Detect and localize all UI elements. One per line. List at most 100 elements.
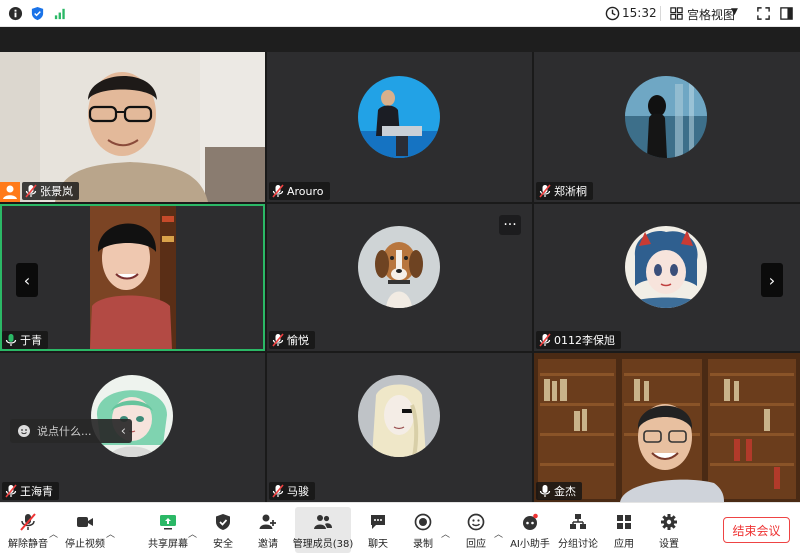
shield-icon xyxy=(216,514,230,530)
fullscreen-icon[interactable] xyxy=(756,6,771,21)
mic-muted-icon xyxy=(5,484,17,498)
ai-assistant-button[interactable]: AI小助手 xyxy=(508,507,552,553)
participant-name: 郑淅桐 xyxy=(554,185,587,198)
participant-name: 张景岚 xyxy=(40,185,73,198)
participant-nametag: 于青 xyxy=(2,331,48,349)
collapse-chevron-icon[interactable]: ‹ xyxy=(121,424,126,439)
security-button[interactable]: 安全 xyxy=(206,507,240,553)
video-tile[interactable]: 马骏 xyxy=(267,353,532,502)
mic-idle-icon xyxy=(539,485,551,497)
chevron-up-icon[interactable]: ︿ xyxy=(188,527,197,540)
invite-button[interactable]: 邀请 xyxy=(251,507,285,553)
more-options-button[interactable]: ··· xyxy=(499,215,521,235)
apps-grid-icon xyxy=(617,515,631,529)
chat-label: 聊天 xyxy=(368,539,388,550)
chat-button[interactable]: 聊天 xyxy=(362,507,394,553)
mic-muted-icon xyxy=(272,184,284,198)
end-meeting-button[interactable]: 结束会议 xyxy=(723,517,790,543)
participant-nametag: 愉悦 xyxy=(269,331,315,349)
record-label: 录制 xyxy=(413,539,433,550)
record-button[interactable]: 录制 xyxy=(407,507,439,553)
video-tile[interactable]: ··· 愉悦 xyxy=(267,204,532,351)
reactions-label: 回应 xyxy=(466,539,486,550)
security-label: 安全 xyxy=(213,539,233,550)
participant-nametag: 王海青 xyxy=(2,482,59,500)
participant-nametag: Arouro xyxy=(269,182,330,200)
view-mode-dropdown[interactable]: 宫格视图 xyxy=(687,6,735,23)
settings-label: 设置 xyxy=(659,539,679,550)
unmute-label: 解除静音 xyxy=(8,539,48,550)
floating-chat-input[interactable]: 说点什么... ‹ xyxy=(10,419,132,443)
next-page-button[interactable]: › xyxy=(761,263,783,297)
clock-icon xyxy=(605,6,620,21)
share-screen-button[interactable]: 共享屏幕 xyxy=(147,507,189,553)
stop-video-button[interactable]: 停止视频 xyxy=(64,507,106,553)
manage-members-label: 管理成员(38) xyxy=(292,539,354,550)
chevron-left-icon: ‹ xyxy=(23,270,31,290)
invite-label: 邀请 xyxy=(258,539,278,550)
participant-name: 王海青 xyxy=(20,485,53,498)
mic-muted-icon xyxy=(20,513,36,531)
breakout-rooms-icon xyxy=(570,514,586,529)
info-icon[interactable] xyxy=(8,6,23,21)
host-badge-icon xyxy=(0,182,20,202)
reactions-button[interactable]: 回应 xyxy=(460,507,492,553)
video-tile-active-speaker[interactable]: ‹ 于青 xyxy=(0,204,265,351)
unmute-button[interactable]: 解除静音 xyxy=(8,507,48,553)
emoji-reaction-icon xyxy=(467,513,485,531)
participant-name: 金杰 xyxy=(554,485,576,498)
video-tile[interactable]: 金杰 xyxy=(534,353,800,502)
record-icon xyxy=(414,513,432,531)
ai-assistant-label: AI小助手 xyxy=(510,539,550,550)
chevron-up-icon[interactable]: ︿ xyxy=(106,527,115,540)
manage-members-button[interactable]: 管理成员(38) xyxy=(292,507,354,553)
participant-video xyxy=(0,52,265,202)
mic-muted-icon xyxy=(272,484,284,498)
chevron-up-icon[interactable]: ︿ xyxy=(494,527,503,540)
signal-strength-icon[interactable] xyxy=(53,6,68,21)
add-user-icon xyxy=(259,514,276,529)
sidebar-toggle-icon[interactable] xyxy=(779,6,794,21)
meeting-toolbar: 解除静音 ︿ 停止视频 ︿ 共享屏幕 ︿ 安全 邀请 管理成员(38) 聊天 录… xyxy=(0,502,800,554)
participant-nametag: 张景岚 xyxy=(22,182,79,200)
chat-bubble-icon xyxy=(371,515,385,529)
chevron-up-icon[interactable]: ︿ xyxy=(49,527,58,540)
participant-name: Arouro xyxy=(287,184,324,198)
apps-label: 应用 xyxy=(614,539,634,550)
emoji-icon[interactable] xyxy=(17,424,31,438)
video-tile[interactable]: 郑淅桐 xyxy=(534,52,800,202)
grid-view-icon[interactable] xyxy=(669,6,684,21)
ai-robot-icon xyxy=(523,513,538,530)
share-screen-label: 共享屏幕 xyxy=(148,539,188,550)
mic-muted-icon xyxy=(25,184,37,198)
mic-muted-icon xyxy=(539,184,551,198)
chevron-right-icon: › xyxy=(768,270,776,290)
mic-active-icon xyxy=(5,334,17,346)
shield-check-icon[interactable] xyxy=(30,6,45,21)
apps-button[interactable]: 应用 xyxy=(608,507,640,553)
participant-name: 于青 xyxy=(20,334,42,347)
breakout-rooms-button[interactable]: 分组讨论 xyxy=(557,507,599,553)
video-area-header xyxy=(0,27,800,52)
video-camera-icon xyxy=(77,517,93,527)
participant-nametag: 郑淅桐 xyxy=(536,182,593,200)
chat-placeholder[interactable]: 说点什么... xyxy=(37,423,121,439)
chevron-up-icon[interactable]: ︿ xyxy=(441,527,450,540)
share-screen-icon xyxy=(160,515,176,530)
avatar xyxy=(91,375,173,457)
breakout-label: 分组讨论 xyxy=(558,539,598,550)
meeting-top-bar: 15:32 宫格视图 ▼ xyxy=(0,0,800,27)
video-tile[interactable]: › 0112李保旭 xyxy=(534,204,800,351)
video-tile[interactable]: 张景岚 xyxy=(0,52,265,202)
meeting-clock: 15:32 xyxy=(622,6,657,20)
more-dots-icon: ··· xyxy=(503,217,517,233)
prev-page-button[interactable]: ‹ xyxy=(16,263,38,297)
chevron-down-icon[interactable]: ▼ xyxy=(731,7,738,17)
participant-nametag: 马骏 xyxy=(269,482,315,500)
mic-muted-icon xyxy=(272,333,284,347)
avatar xyxy=(625,226,707,308)
members-icon xyxy=(314,515,332,529)
video-tile[interactable]: Arouro xyxy=(267,52,532,202)
gear-icon xyxy=(661,514,677,530)
settings-button[interactable]: 设置 xyxy=(653,507,685,553)
